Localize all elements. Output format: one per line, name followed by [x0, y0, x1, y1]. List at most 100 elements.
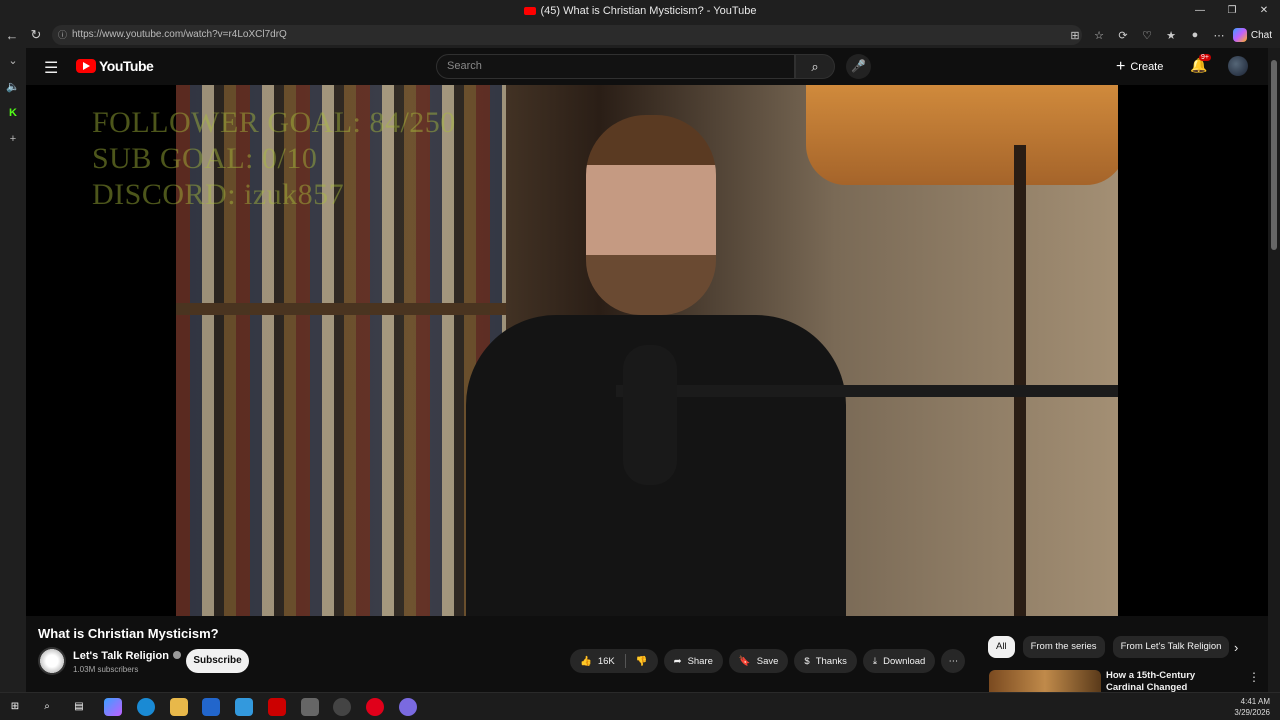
thanks-icon: $: [804, 655, 810, 667]
kick-tab-icon[interactable]: K: [0, 100, 26, 126]
share-label: Share: [687, 655, 713, 667]
recommendation-menu-icon[interactable]: ⋮: [1248, 670, 1260, 684]
subscribe-button[interactable]: Subscribe: [186, 649, 249, 673]
app-icon[interactable]: [301, 698, 319, 716]
app-available-icon[interactable]: ⊞: [1064, 29, 1086, 42]
file-explorer-icon[interactable]: [170, 698, 188, 716]
podcast-mic-image: [623, 345, 677, 485]
edge-sidebar: ⌄ 🔈 K +: [0, 48, 26, 692]
subscriber-count: 1.03M subscribers: [73, 665, 139, 674]
verified-badge-icon: [172, 651, 181, 659]
channel-name-text: Let's Talk Religion: [73, 650, 169, 662]
back-button[interactable]: ←: [0, 28, 24, 43]
chevron-right-icon[interactable]: ›: [1234, 640, 1238, 655]
copilot-chat-button[interactable]: Chat: [1232, 26, 1272, 44]
close-button[interactable]: ✕: [1248, 0, 1280, 22]
mic-arm-image: [616, 385, 1118, 397]
system-clock[interactable]: 4:41 AM 3/29/2026: [1234, 696, 1270, 718]
channel-name[interactable]: Let's Talk Religion: [73, 650, 181, 662]
plus-icon: +: [1116, 58, 1126, 75]
profile-icon[interactable]: ●: [1184, 29, 1206, 41]
account-avatar[interactable]: [1228, 56, 1248, 76]
recommendation-title[interactable]: How a 15th-Century Cardinal Changed Phil…: [1106, 670, 1232, 692]
copilot-taskbar-icon[interactable]: [104, 698, 122, 716]
share-icon: ➦: [673, 655, 682, 667]
thumbs-down-icon: 👎: [635, 655, 648, 667]
steam-icon[interactable]: [333, 698, 351, 716]
reload-button[interactable]: ↻: [24, 27, 48, 43]
bookmark-icon: 🔖: [738, 655, 751, 667]
youtube-logo[interactable]: YouTube: [76, 58, 154, 74]
mail-icon[interactable]: [235, 698, 253, 716]
recommendation-thumbnail[interactable]: [989, 670, 1101, 692]
share-button[interactable]: ➦ Share: [663, 649, 723, 673]
recommendation-chips: All From the series From Let's Talk Reli…: [988, 636, 1230, 658]
clock-time: 4:41 AM: [1240, 697, 1270, 706]
edge-taskbar-icon[interactable]: [137, 698, 155, 716]
windows-start-icon[interactable]: ⊞: [6, 698, 24, 716]
hamburger-menu-icon[interactable]: ☰: [44, 58, 58, 78]
opera-icon[interactable]: [366, 698, 384, 716]
create-button[interactable]: + Create: [1116, 58, 1163, 76]
youtube-favicon-icon: [523, 7, 536, 15]
stream-goal-overlay: FOLLOWER GOAL: 84/250 SUB GOAL: 0/10 DIS…: [92, 105, 456, 213]
chip-from-channel[interactable]: From Let's Talk Religion: [1112, 636, 1230, 658]
thanks-button[interactable]: $ Thanks: [794, 649, 857, 673]
task-view-icon[interactable]: ▤: [70, 698, 88, 716]
youtube-header: ☰ YouTube Search ⌕ 🎤 + Create 🔔 9+: [26, 48, 1268, 85]
video-info-section: What is Christian Mysticism? Let's Talk …: [26, 616, 1268, 692]
sub-goal-text: SUB GOAL: 0/10: [92, 142, 318, 175]
video-title: What is Christian Mysticism?: [38, 626, 219, 641]
search-icon[interactable]: ⌕: [795, 54, 835, 79]
microphone-icon[interactable]: 🎤: [846, 54, 871, 79]
notification-badge: 9+: [1199, 54, 1211, 61]
notifications-bell-icon[interactable]: 🔔 9+: [1190, 54, 1211, 74]
window-controls: — ❐ ✕: [1184, 0, 1280, 22]
save-button[interactable]: 🔖 Save: [728, 649, 789, 673]
restore-button[interactable]: ❐: [1216, 0, 1248, 22]
site-info-icon[interactable]: ⓘ: [58, 25, 67, 45]
minimize-button[interactable]: —: [1184, 0, 1216, 22]
download-button[interactable]: ⤓ Download: [862, 649, 936, 673]
video-actions: 👍 16K 👎 ➦ Share 🔖 Save $ Thanks ⤓ Downlo…: [570, 649, 966, 673]
settings-more-icon[interactable]: ⋯: [1208, 29, 1230, 42]
speaker-head: [586, 115, 716, 315]
thumbs-up-icon: 👍: [580, 655, 592, 667]
youtube-logo-text: YouTube: [99, 58, 154, 74]
lamp-shade-image: [806, 85, 1118, 185]
like-dislike-group: 👍 16K 👎: [570, 649, 658, 673]
browser-essentials-icon[interactable]: ♡: [1136, 29, 1158, 42]
chip-from-series[interactable]: From the series: [1022, 636, 1105, 658]
page-scrollbar[interactable]: [1268, 48, 1280, 692]
search-input[interactable]: Search: [436, 54, 795, 79]
download-icon: ⤓: [872, 655, 878, 667]
dislike-button[interactable]: 👎: [626, 649, 658, 673]
save-label: Save: [756, 655, 779, 667]
chat-app-icon[interactable]: [399, 698, 417, 716]
favorites-icon[interactable]: ★: [1160, 29, 1182, 42]
favorite-star-icon[interactable]: ☆: [1088, 29, 1110, 42]
chip-all[interactable]: All: [988, 636, 1015, 658]
download-label: Download: [883, 655, 926, 667]
copilot-icon: [1232, 28, 1247, 42]
create-label: Create: [1130, 61, 1164, 73]
channel-avatar[interactable]: [38, 647, 66, 675]
address-bar-icons: ⊞ ☆ ⟳ ♡ ★ ● ⋯: [1064, 22, 1230, 48]
url-field[interactable]: ⓘ https://www.youtube.com/watch?v=r4LoXC…: [52, 25, 1082, 45]
youtube-play-icon: [76, 59, 96, 73]
sidebar-collapse-icon[interactable]: ⌄: [0, 48, 26, 74]
like-button[interactable]: 👍 16K: [570, 649, 625, 673]
video-player[interactable]: FOLLOWER GOAL: 84/250 SUB GOAL: 0/10 DIS…: [26, 85, 1268, 616]
lamp-pole-image: [1014, 145, 1026, 616]
clock-date: 3/29/2026: [1234, 708, 1270, 717]
youtube-app-icon[interactable]: [268, 698, 286, 716]
extensions-icon[interactable]: ⟳: [1112, 29, 1134, 42]
more-actions-icon[interactable]: ⋯: [941, 649, 966, 673]
scrollbar-thumb[interactable]: [1271, 60, 1277, 250]
discord-text: DISCORD: izuk857: [92, 178, 345, 211]
taskbar-search-icon[interactable]: ⌕: [38, 698, 56, 716]
store-icon[interactable]: [202, 698, 220, 716]
tab-audio-icon[interactable]: 🔈: [0, 74, 26, 100]
new-tab-icon[interactable]: +: [0, 126, 26, 152]
address-bar-row: ← ↻ ⓘ https://www.youtube.com/watch?v=r4…: [0, 22, 1280, 48]
